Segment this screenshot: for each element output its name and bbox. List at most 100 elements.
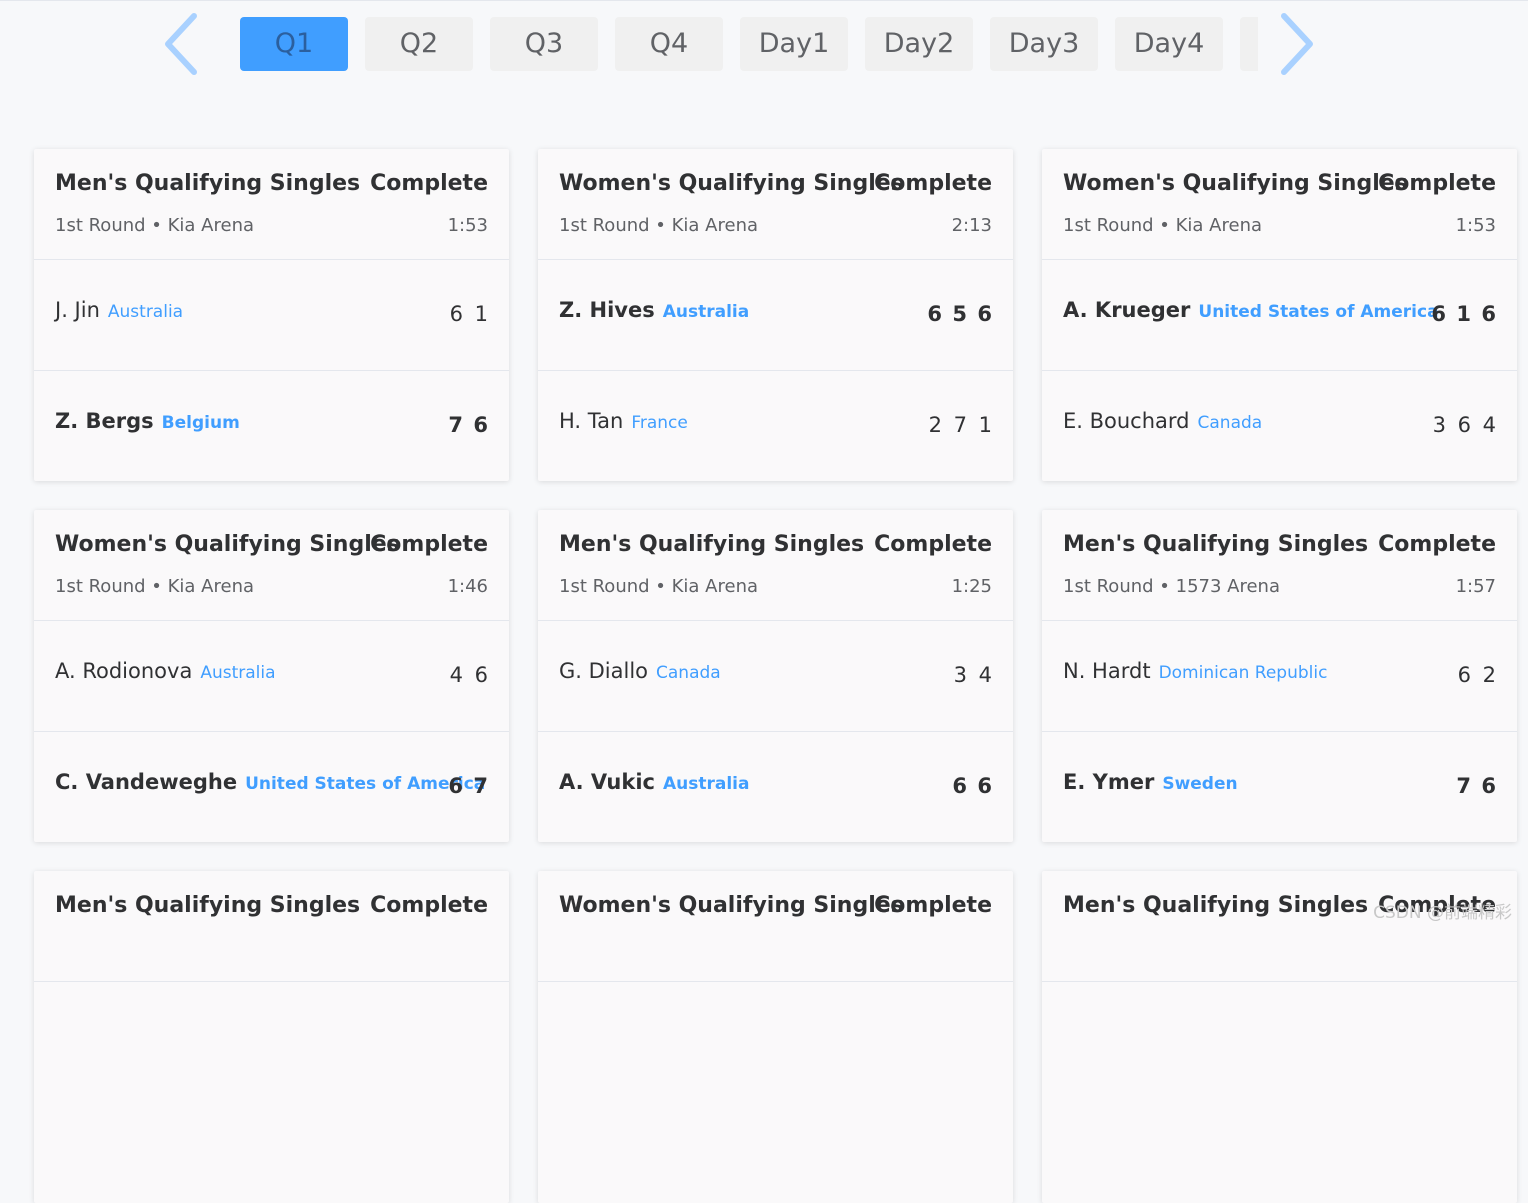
round-venue: 1st Round • Kia Arena	[1063, 215, 1263, 236]
set-score: 6	[977, 774, 992, 798]
match-card[interactable]: Men's Qualifying Singles Complete 1st Ro…	[538, 510, 1013, 842]
match-status: Complete	[874, 532, 992, 557]
player-name: H. Tan	[559, 409, 624, 433]
next-arrow-button[interactable]	[1278, 12, 1318, 76]
round-tabs: Q1 Q2 Q3 Q4 Day1 Day2 Day3 Day4	[240, 17, 1258, 71]
tab-next-partial[interactable]	[1240, 17, 1258, 71]
player-name: E. Ymer	[1063, 770, 1155, 794]
player-country: Australia	[662, 302, 750, 322]
watermark: CSDN @前端精彩	[1373, 903, 1512, 923]
set-scores: 271	[917, 413, 992, 437]
set-scores: 364	[1421, 413, 1496, 437]
set-score: 6	[927, 302, 942, 326]
round-venue: 1st Round • Kia Arena	[55, 576, 255, 597]
set-scores: 76	[1446, 774, 1496, 798]
tab-day3[interactable]: Day3	[990, 17, 1098, 71]
set-scores: 62	[1446, 663, 1496, 687]
tab-q1[interactable]: Q1	[240, 17, 348, 71]
player-name: Z. Bergs	[55, 409, 154, 433]
match-card[interactable]: Women's Qualifying Singles Complete	[538, 871, 1013, 1203]
player-row: G. Diallo Canada 34	[538, 621, 1013, 732]
set-score: 4	[978, 663, 992, 687]
match-card[interactable]: Women's Qualifying Singles Complete 1st …	[1042, 149, 1517, 481]
set-score: 7	[448, 413, 463, 437]
match-duration: 1:53	[447, 215, 488, 236]
set-score: 6	[473, 413, 488, 437]
set-score: 7	[1456, 774, 1471, 798]
set-scores: 656	[917, 302, 992, 326]
tab-day4[interactable]: Day4	[1115, 17, 1223, 71]
player-name: A. Vukic	[559, 770, 655, 794]
player-country: Dominican Republic	[1158, 663, 1328, 683]
event-name: Men's Qualifying Singles	[1063, 893, 1369, 918]
set-score: 6	[1481, 302, 1496, 326]
set-score: 3	[1432, 413, 1446, 437]
player-country: Australia	[107, 302, 184, 322]
set-score: 6	[474, 663, 488, 687]
set-score: 1	[978, 413, 992, 437]
match-status: Complete	[370, 893, 488, 918]
match-header: Men's Qualifying Singles Complete 1st Ro…	[1042, 510, 1517, 621]
event-name: Women's Qualifying Singles	[1063, 171, 1408, 196]
match-duration: 1:46	[447, 576, 488, 597]
set-score: 6	[1481, 774, 1496, 798]
set-scores: 46	[438, 663, 488, 687]
match-status: Complete	[1378, 532, 1496, 557]
player-row: J. Jin Australia 61	[34, 260, 509, 371]
set-scores: 66	[942, 774, 992, 798]
match-header: Men's Qualifying Singles Complete 1st Ro…	[538, 510, 1013, 621]
round-venue: 1st Round • 1573 Arena	[1063, 576, 1280, 597]
player-country: Australia	[200, 663, 276, 683]
player-name: A. Krueger	[1063, 298, 1191, 322]
match-header: Women's Qualifying Singles Complete 1st …	[538, 149, 1013, 260]
match-duration: 1:25	[951, 576, 992, 597]
round-venue: 1st Round • Kia Arena	[55, 215, 255, 236]
set-score: 1	[1456, 302, 1471, 326]
tab-day2[interactable]: Day2	[865, 17, 973, 71]
player-country: Canada	[656, 663, 721, 683]
player-row: C. Vandeweghe United States of America 67	[34, 732, 509, 842]
match-card[interactable]: Women's Qualifying Singles Complete 1st …	[538, 149, 1013, 481]
match-duration: 2:13	[951, 215, 992, 236]
player-row: E. Ymer Sweden 76	[1042, 732, 1517, 842]
match-card[interactable]: Men's Qualifying Singles Complete 1st Ro…	[34, 149, 509, 481]
player-country: United States of America	[1198, 302, 1439, 322]
match-duration: 1:53	[1455, 215, 1496, 236]
match-card[interactable]: Men's Qualifying Singles Complete 1st Ro…	[1042, 510, 1517, 842]
match-header: Women's Qualifying Singles Complete 1st …	[1042, 149, 1517, 260]
player-name: J. Jin	[55, 298, 100, 322]
set-score: 7	[473, 774, 488, 798]
player-name: A. Rodionova	[55, 659, 193, 683]
player-name: N. Hardt	[1063, 659, 1151, 683]
player-name: E. Bouchard	[1063, 409, 1190, 433]
match-card[interactable]: Men's Qualifying Singles Complete	[34, 871, 509, 1203]
set-score: 6	[952, 774, 967, 798]
match-header: Men's Qualifying Singles Complete	[34, 871, 509, 982]
event-name: Men's Qualifying Singles	[1063, 532, 1369, 557]
event-name: Men's Qualifying Singles	[559, 532, 865, 557]
player-row: Z. Bergs Belgium 76	[34, 371, 509, 481]
player-country: France	[631, 413, 688, 433]
match-status: Complete	[874, 893, 992, 918]
match-card[interactable]: Women's Qualifying Singles Complete 1st …	[34, 510, 509, 842]
set-score: 2	[1482, 663, 1496, 687]
set-score: 3	[953, 663, 967, 687]
match-header: Men's Qualifying Singles Complete	[1042, 871, 1517, 982]
set-score: 7	[953, 413, 967, 437]
player-name: G. Diallo	[559, 659, 649, 683]
player-row: N. Hardt Dominican Republic 62	[1042, 621, 1517, 732]
set-score: 6	[1457, 663, 1471, 687]
tab-q4[interactable]: Q4	[615, 17, 723, 71]
match-status: Complete	[874, 171, 992, 196]
tab-day1[interactable]: Day1	[740, 17, 848, 71]
tab-q2[interactable]: Q2	[365, 17, 473, 71]
prev-arrow-button[interactable]	[160, 12, 200, 76]
player-country: Sweden	[1162, 774, 1238, 794]
player-name: C. Vandeweghe	[55, 770, 238, 794]
player-country: Australia	[663, 774, 750, 794]
event-name: Men's Qualifying Singles	[55, 171, 361, 196]
event-name: Women's Qualifying Singles	[55, 532, 400, 557]
tab-q3[interactable]: Q3	[490, 17, 598, 71]
match-status: Complete	[1378, 171, 1496, 196]
set-score: 4	[1482, 413, 1496, 437]
